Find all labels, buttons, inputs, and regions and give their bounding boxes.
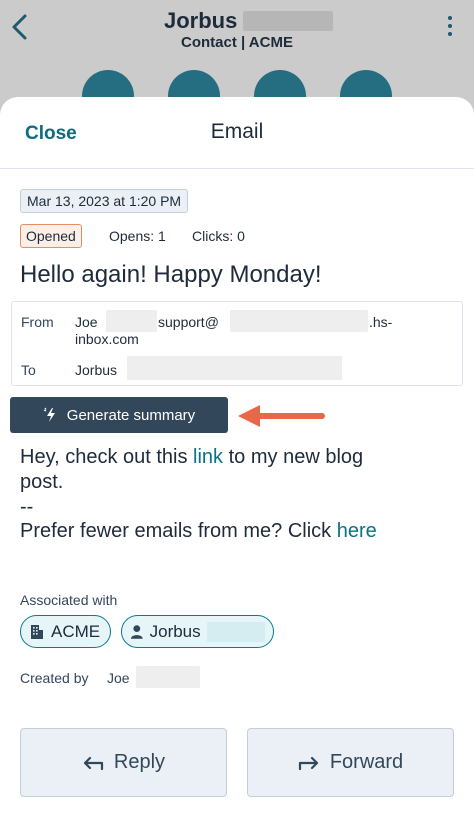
redacted-recipient xyxy=(127,356,342,380)
from-name: Joe xyxy=(75,314,98,330)
company-chip-label: ACME xyxy=(51,621,101,641)
forward-button[interactable]: Forward xyxy=(247,728,454,797)
forward-label: Forward xyxy=(329,751,404,773)
unsubscribe-link[interactable]: here xyxy=(337,520,377,542)
close-button[interactable]: Close xyxy=(25,123,77,145)
redacted-creator-surname xyxy=(136,666,200,688)
signature-separator: -- xyxy=(20,496,34,518)
redacted-contact-surname xyxy=(206,621,265,642)
blog-link[interactable]: link xyxy=(193,446,223,468)
email-body-line: post. xyxy=(20,471,64,493)
from-domain-part1: .hs- xyxy=(369,314,393,330)
reply-label: Reply xyxy=(113,751,166,773)
reply-arrow-icon xyxy=(83,756,104,770)
email-body-line: Prefer fewer emails from me? Click here xyxy=(20,520,377,542)
generate-summary-label: Generate summary xyxy=(66,406,196,424)
created-by-label: Created by xyxy=(20,670,89,686)
redacted-name xyxy=(243,11,333,31)
contact-subtitle: Contact | ACME xyxy=(181,34,293,51)
from-label: From xyxy=(21,314,54,330)
redacted-sender-surname xyxy=(106,310,157,332)
sparkle-bolt-icon xyxy=(43,407,55,422)
contact-chip[interactable]: Jorbus xyxy=(121,615,274,648)
reply-button[interactable]: Reply xyxy=(20,728,227,797)
generate-summary-button[interactable]: Generate summary xyxy=(10,397,228,433)
opens-count: Opens: 1 xyxy=(109,228,166,244)
clicks-count: Clicks: 0 xyxy=(192,228,245,244)
sheet-header: Close Email xyxy=(0,97,474,169)
email-subject: Hello again! Happy Monday! xyxy=(20,261,322,288)
redacted-sender-domain xyxy=(230,310,368,332)
contact-chip-label: Jorbus xyxy=(149,621,201,641)
email-sheet: Close Email Mar 13, 2023 at 1:20 PM Open… xyxy=(0,97,474,817)
more-options-icon[interactable] xyxy=(444,16,456,40)
to-label: To xyxy=(21,362,36,378)
company-chip[interactable]: ACME xyxy=(20,615,111,648)
opened-status-tag: Opened xyxy=(20,224,82,248)
from-domain-part2: inbox.com xyxy=(75,331,139,347)
to-name: Jorbus xyxy=(75,362,118,378)
annotation-arrow-icon xyxy=(238,405,325,427)
email-body-line: Hey, check out this link to my new blog xyxy=(20,446,364,468)
email-recipients-box: From Joe support@ .hs- inbox.com To Jorb… xyxy=(11,301,463,386)
contact-name: Jorbus xyxy=(164,8,238,33)
email-date-badge: Mar 13, 2023 at 1:20 PM xyxy=(20,189,189,213)
associated-with-label: Associated with xyxy=(20,592,118,608)
from-address-local: support@ xyxy=(158,314,219,330)
forward-arrow-icon xyxy=(298,756,318,770)
creator-name: Joe xyxy=(107,670,130,686)
person-icon xyxy=(130,624,143,639)
building-icon xyxy=(31,624,43,639)
